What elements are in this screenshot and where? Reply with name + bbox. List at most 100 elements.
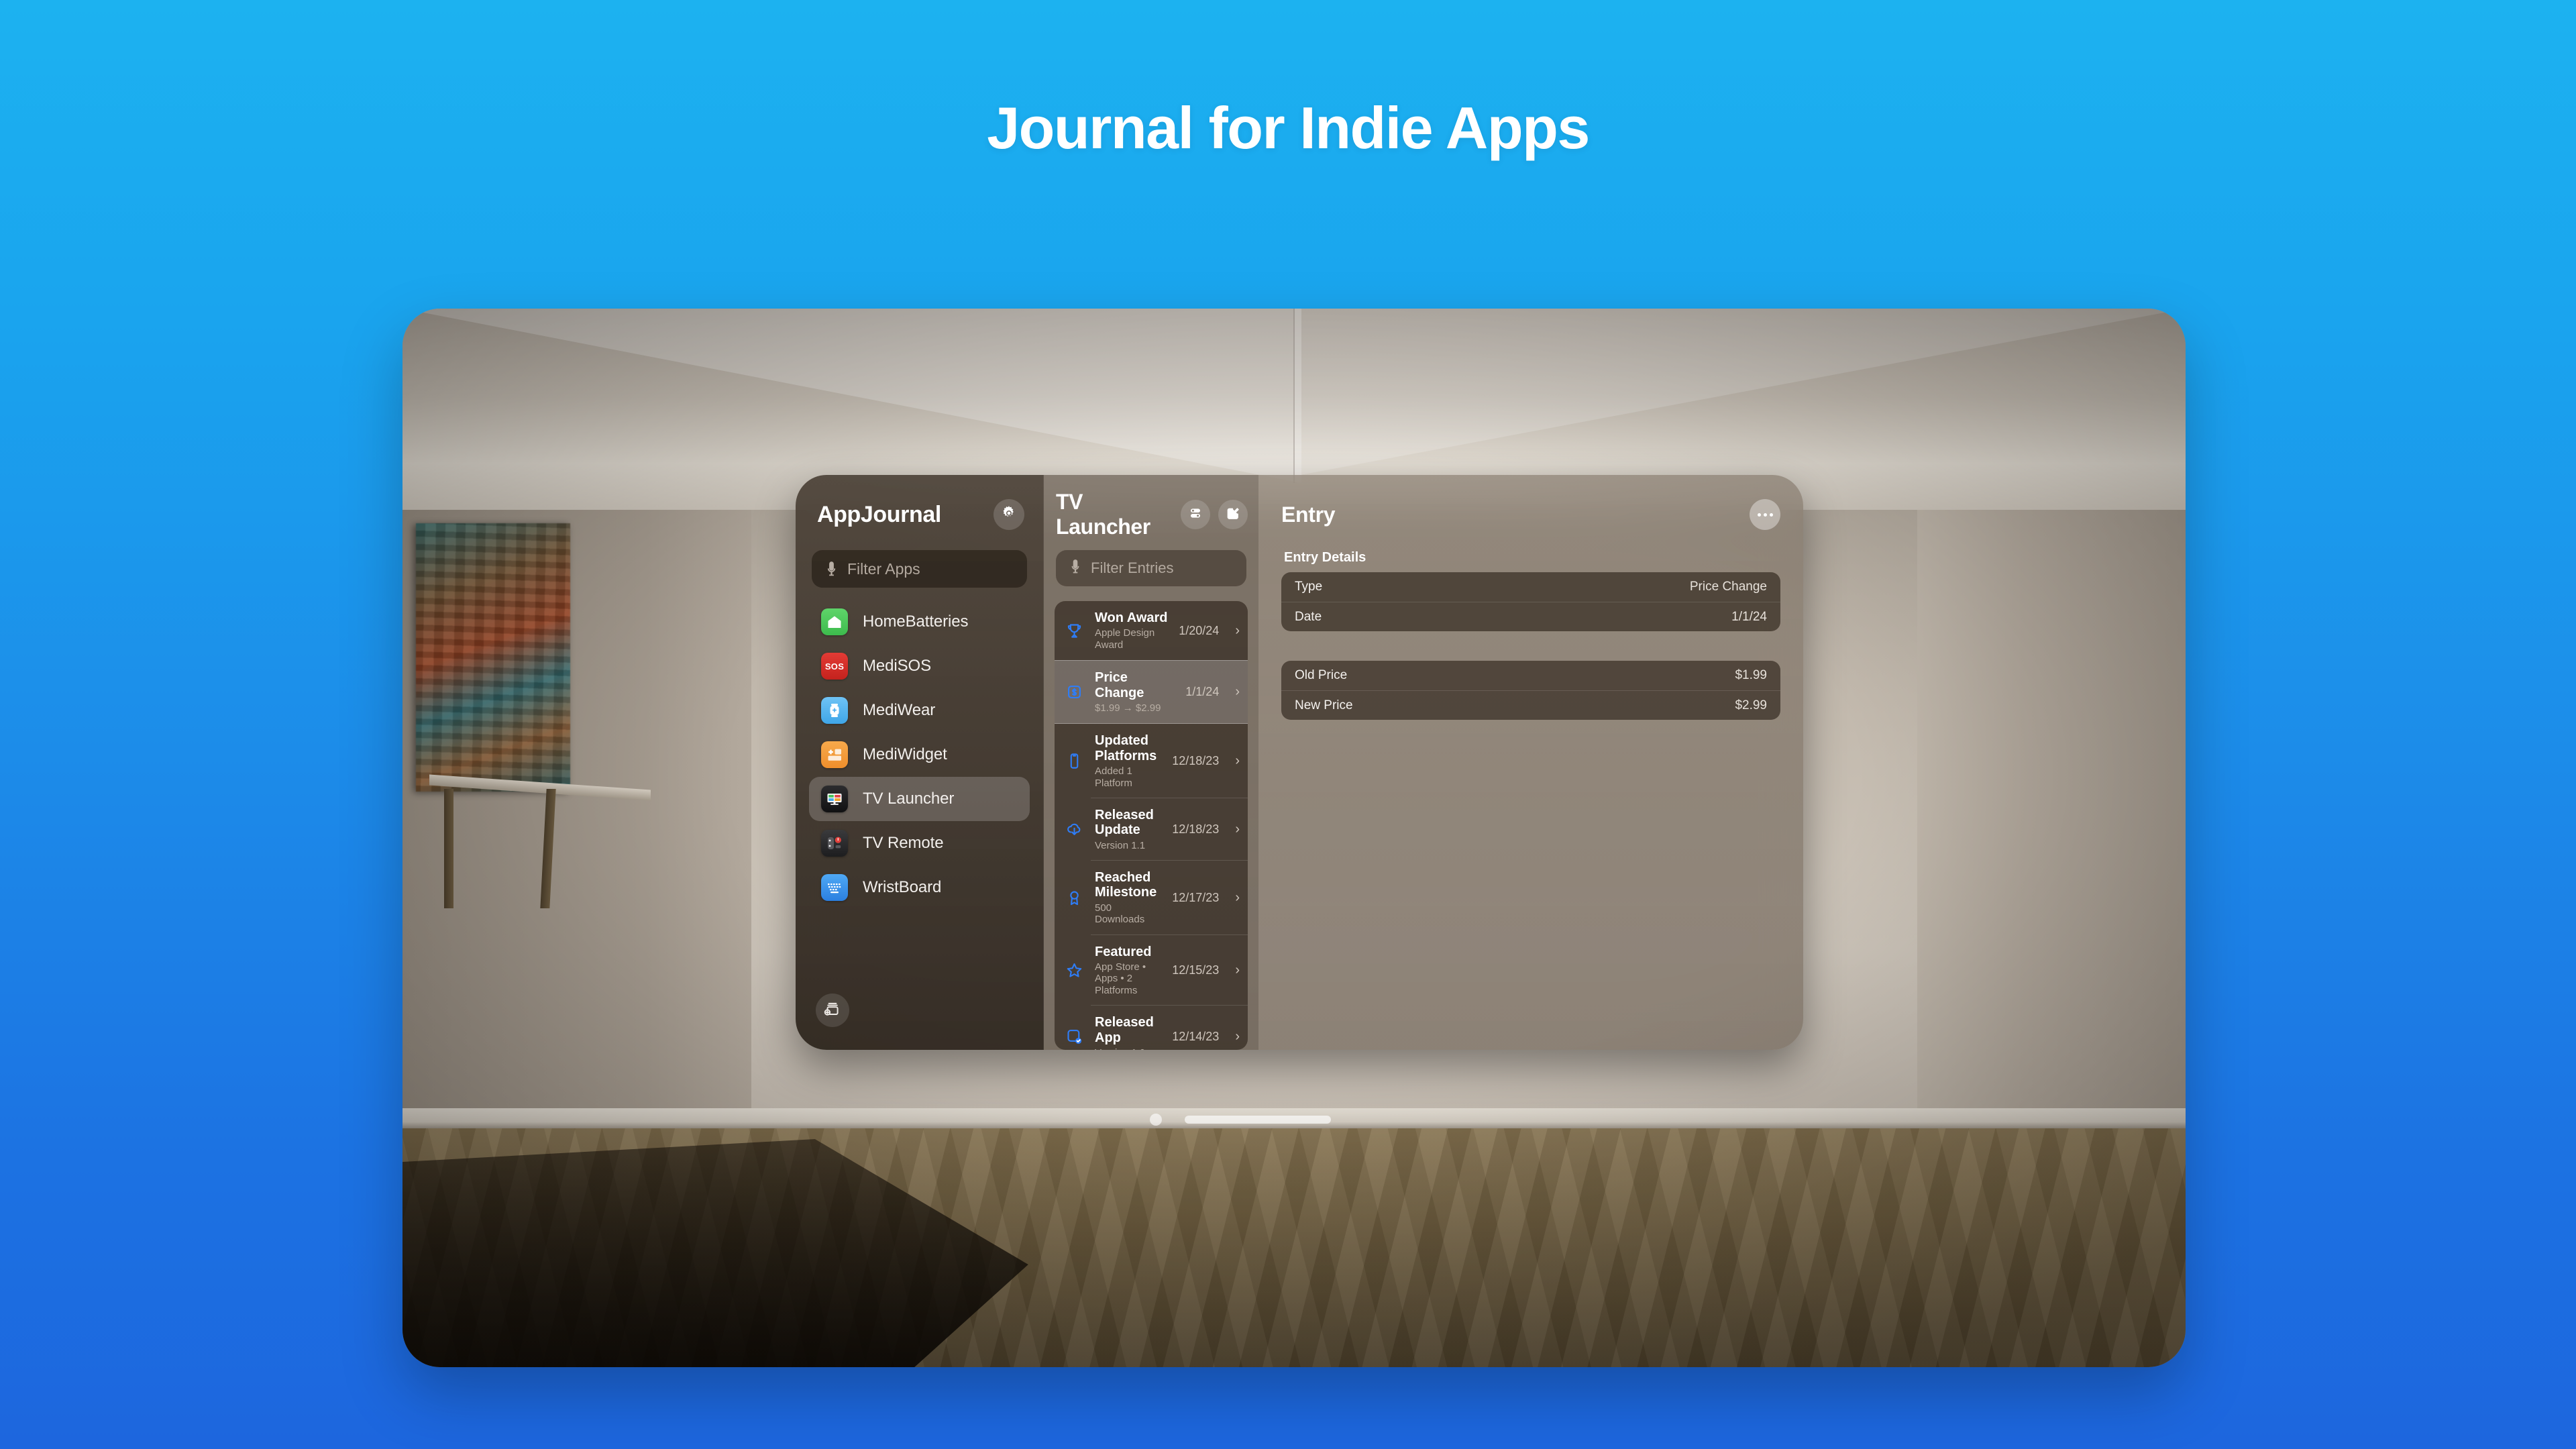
gear-icon xyxy=(1001,505,1017,525)
more-options-button[interactable] xyxy=(1750,499,1780,530)
window-close-dot[interactable] xyxy=(1150,1114,1162,1126)
sidebar-item-tv-remote[interactable]: TV Remote xyxy=(809,821,1030,865)
mediwear-app-icon xyxy=(821,697,848,724)
entry-details-label: Entry Details xyxy=(1284,550,1366,565)
filter-entries-placeholder: Filter Entries xyxy=(1091,559,1174,576)
entry-title: Price Change xyxy=(1095,670,1144,700)
entry-details-card: Type Price Change Date 1/1/24 xyxy=(1281,572,1780,631)
sidebar-item-wristboard[interactable]: WristBoard xyxy=(809,865,1030,910)
detail-row-new-price: New Price $2.99 xyxy=(1281,690,1780,720)
entry-date: 12/15/23 xyxy=(1172,963,1220,977)
app-list: HomeBatteries SOS MediSOS MediWear MediW… xyxy=(809,600,1030,910)
medisos-app-icon: SOS xyxy=(821,653,848,680)
detail-row-type: Type Price Change xyxy=(1281,572,1780,602)
checked-square-icon xyxy=(1064,1028,1084,1046)
entry-list-item[interactable]: Featured App Store • Apps • 2 Platforms … xyxy=(1055,935,1248,1006)
tv-launcher-app-icon xyxy=(821,786,848,812)
detail-value: 1/1/24 xyxy=(1731,609,1767,624)
chevron-right-icon: › xyxy=(1235,753,1240,769)
entry-date: 12/18/23 xyxy=(1172,822,1220,836)
chevron-right-icon: › xyxy=(1235,821,1240,837)
detail-key: Old Price xyxy=(1295,668,1348,682)
detail-key: Date xyxy=(1295,609,1322,624)
sidebar-item-mediwidget[interactable]: MediWidget xyxy=(809,733,1030,777)
right-wall xyxy=(1917,510,2186,1154)
app-window: AppJournal Filter Apps HomeBatteries SOS… xyxy=(796,475,1803,1050)
entry-title: Won Award xyxy=(1095,610,1168,625)
detail-row-date: Date 1/1/24 xyxy=(1281,602,1780,631)
chevron-right-icon: › xyxy=(1235,962,1240,977)
compose-button[interactable] xyxy=(1218,500,1248,529)
chevron-right-icon: › xyxy=(1235,1029,1240,1044)
table-leg xyxy=(444,789,453,908)
entry-list-item[interactable]: Released Update Version 1.1 12/18/23 › xyxy=(1055,798,1248,861)
entry-title: Released App xyxy=(1095,1015,1154,1045)
entry-subtitle: Apple Design Award xyxy=(1095,627,1155,651)
detail-key: Type xyxy=(1295,580,1323,594)
entry-list-item[interactable]: Won Award Apple Design Award 1/20/24 › xyxy=(1055,601,1248,660)
entry-list: Won Award Apple Design Award 1/20/24 › P… xyxy=(1055,601,1248,1050)
add-app-button[interactable] xyxy=(816,994,849,1027)
sidebar-item-label: TV Remote xyxy=(863,834,944,852)
sidebar-footer xyxy=(809,994,1030,1050)
entry-list-item[interactable]: Price Change $1.99 → $2.99 1/1/24 › xyxy=(1055,660,1248,724)
entry-list-item[interactable]: Reached Milestone 500 Downloads 12/17/23… xyxy=(1055,861,1248,935)
cloud-download-icon xyxy=(1064,820,1084,839)
detail-panel: Entry Entry Details Type Price Change Da… xyxy=(1258,475,1803,1050)
sidebar-item-label: WristBoard xyxy=(863,878,942,896)
filter-button[interactable] xyxy=(1181,500,1210,529)
window-resize-bar[interactable] xyxy=(1185,1116,1331,1124)
entry-list-item[interactable]: Released App Version 1.0 12/14/23 › xyxy=(1055,1006,1248,1050)
detail-key: New Price xyxy=(1295,698,1353,712)
sidebar-header: AppJournal xyxy=(809,495,1030,534)
entry-date: 1/1/24 xyxy=(1185,685,1220,699)
settings-button[interactable] xyxy=(994,499,1024,530)
entry-subtitle: 500 Downloads xyxy=(1095,902,1145,926)
sidebar-item-homebatteries[interactable]: HomeBatteries xyxy=(809,600,1030,644)
filter-apps-input[interactable]: Filter Apps xyxy=(812,550,1027,588)
detail-header: Entry xyxy=(1281,495,1780,534)
trophy-icon xyxy=(1064,622,1084,640)
sidebar-item-label: TV Launcher xyxy=(863,790,955,808)
sidebar-item-tv-launcher[interactable]: TV Launcher xyxy=(809,777,1030,821)
sidebar-item-medisos[interactable]: SOS MediSOS xyxy=(809,644,1030,688)
entry-date: 12/14/23 xyxy=(1172,1030,1220,1044)
chevron-right-icon: › xyxy=(1235,684,1240,700)
entry-date: 12/18/23 xyxy=(1172,754,1220,768)
wristboard-app-icon xyxy=(821,874,848,901)
sidebar-item-label: MediSOS xyxy=(863,657,932,675)
microphone-icon xyxy=(825,561,838,578)
entries-header: TV Launcher xyxy=(1044,490,1258,539)
price-details-card: Old Price $1.99 New Price $2.99 xyxy=(1281,661,1780,720)
chevron-right-icon: › xyxy=(1235,623,1240,638)
sidebar-item-mediwear[interactable]: MediWear xyxy=(809,688,1030,733)
entry-subtitle: Added 1 Platform xyxy=(1095,765,1132,789)
entry-subtitle: App Store • Apps • 2 Platforms xyxy=(1095,961,1146,996)
detail-value: $1.99 xyxy=(1735,668,1767,682)
compose-edit-icon xyxy=(1225,505,1241,525)
vision-device-frame: AppJournal Filter Apps HomeBatteries SOS… xyxy=(402,309,2186,1367)
mediwidget-app-icon xyxy=(821,741,848,768)
sidebar-item-label: HomeBatteries xyxy=(863,612,969,631)
page-title: Journal for Indie Apps xyxy=(987,95,1590,161)
entry-date: 1/20/24 xyxy=(1179,623,1220,637)
entry-subtitle: Version 1.1 xyxy=(1095,839,1146,851)
sidebar: AppJournal Filter Apps HomeBatteries SOS… xyxy=(796,475,1044,1050)
entries-panel: TV Launcher Filter Entries Won Award App… xyxy=(1044,475,1258,1050)
wall-painting xyxy=(416,523,570,792)
tv-remote-app-icon xyxy=(821,830,848,857)
detail-value: $2.99 xyxy=(1735,698,1767,712)
detail-value: Price Change xyxy=(1689,580,1767,594)
entry-list-item[interactable]: Updated Platforms Added 1 Platform 12/18… xyxy=(1055,724,1248,798)
entry-subtitle: $1.99 → $2.99 xyxy=(1095,702,1161,714)
filter-entries-input[interactable]: Filter Entries xyxy=(1056,550,1246,586)
entries-title: TV Launcher xyxy=(1056,490,1150,539)
sidebar-item-label: MediWidget xyxy=(863,745,947,763)
star-icon xyxy=(1064,961,1084,979)
sidebar-item-label: MediWear xyxy=(863,701,936,719)
entry-title: Reached Milestone xyxy=(1095,870,1157,900)
app-title: AppJournal xyxy=(817,501,941,527)
detail-title: Entry xyxy=(1281,502,1336,527)
detail-row-old-price: Old Price $1.99 xyxy=(1281,661,1780,690)
dollar-square-icon xyxy=(1064,683,1084,701)
